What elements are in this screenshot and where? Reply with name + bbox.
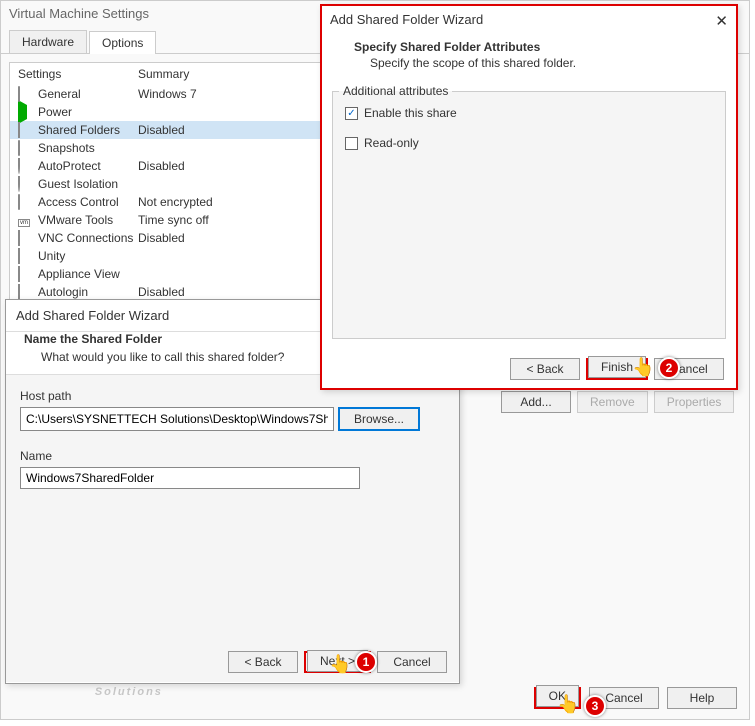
play-icon [18,105,34,119]
monitor-icon [18,87,34,101]
annotation-badge-2: 2 [658,357,680,379]
enable-label: Enable this share [364,106,457,120]
group-legend: Additional attributes [339,84,452,98]
back-button[interactable]: < Back [510,358,580,380]
label: VMware Tools [38,213,113,227]
vnc-icon [18,231,34,245]
finish-button[interactable]: Finish [588,356,646,378]
name-label: Name [20,449,445,463]
enable-checkbox[interactable]: ✓ [345,107,358,120]
back-button[interactable]: < Back [228,651,298,673]
label: Appliance View [38,267,120,281]
label: Autologin [38,285,88,299]
annotation-badge-3: 3 [584,695,606,717]
folder-icon [18,123,34,137]
readonly-checkbox[interactable] [345,137,358,150]
close-icon[interactable]: ✕ [715,12,728,30]
additional-attributes-group: Additional attributes ✓ Enable this shar… [332,84,726,339]
wizard-subtitle: Specify the scope of this shared folder. [322,56,736,80]
autologin-icon [18,285,34,299]
add-button[interactable]: Add... [501,391,571,413]
ok-button[interactable]: OK [536,685,579,707]
shield-icon [18,159,34,173]
isolation-icon [18,177,34,191]
wizard-heading: Specify Shared Folder Attributes [322,36,736,56]
camera-icon [18,141,34,155]
name-input[interactable] [20,467,360,489]
remove-button: Remove [577,391,648,413]
tab-hardware[interactable]: Hardware [9,30,87,53]
lock-icon [18,195,34,209]
label: Snapshots [38,141,95,155]
properties-button: Properties [654,391,735,413]
label: VNC Connections [38,231,133,245]
readonly-label: Read-only [364,136,419,150]
wizard-title: Add Shared Folder Wizard [330,12,483,30]
unity-icon [18,249,34,263]
cancel-button[interactable]: Cancel [377,651,447,673]
label: Access Control [38,195,119,209]
hostpath-label: Host path [20,389,445,403]
label: Power [38,105,72,119]
vmware-icon: vm [18,213,34,227]
appliance-icon [18,267,34,281]
browse-button[interactable]: Browse... [338,407,420,431]
label: Shared Folders [38,123,120,137]
label: Unity [38,249,65,263]
col-settings: Settings [18,67,138,81]
label: AutoProtect [38,159,101,173]
tab-options[interactable]: Options [89,31,156,54]
hostpath-input[interactable] [20,407,334,431]
label: General [38,87,81,101]
annotation-badge-1: 1 [355,651,377,673]
help-button[interactable]: Help [667,687,737,709]
label: Guest Isolation [38,177,118,191]
attributes-wizard: Add Shared Folder Wizard ✕ Specify Share… [320,4,738,390]
